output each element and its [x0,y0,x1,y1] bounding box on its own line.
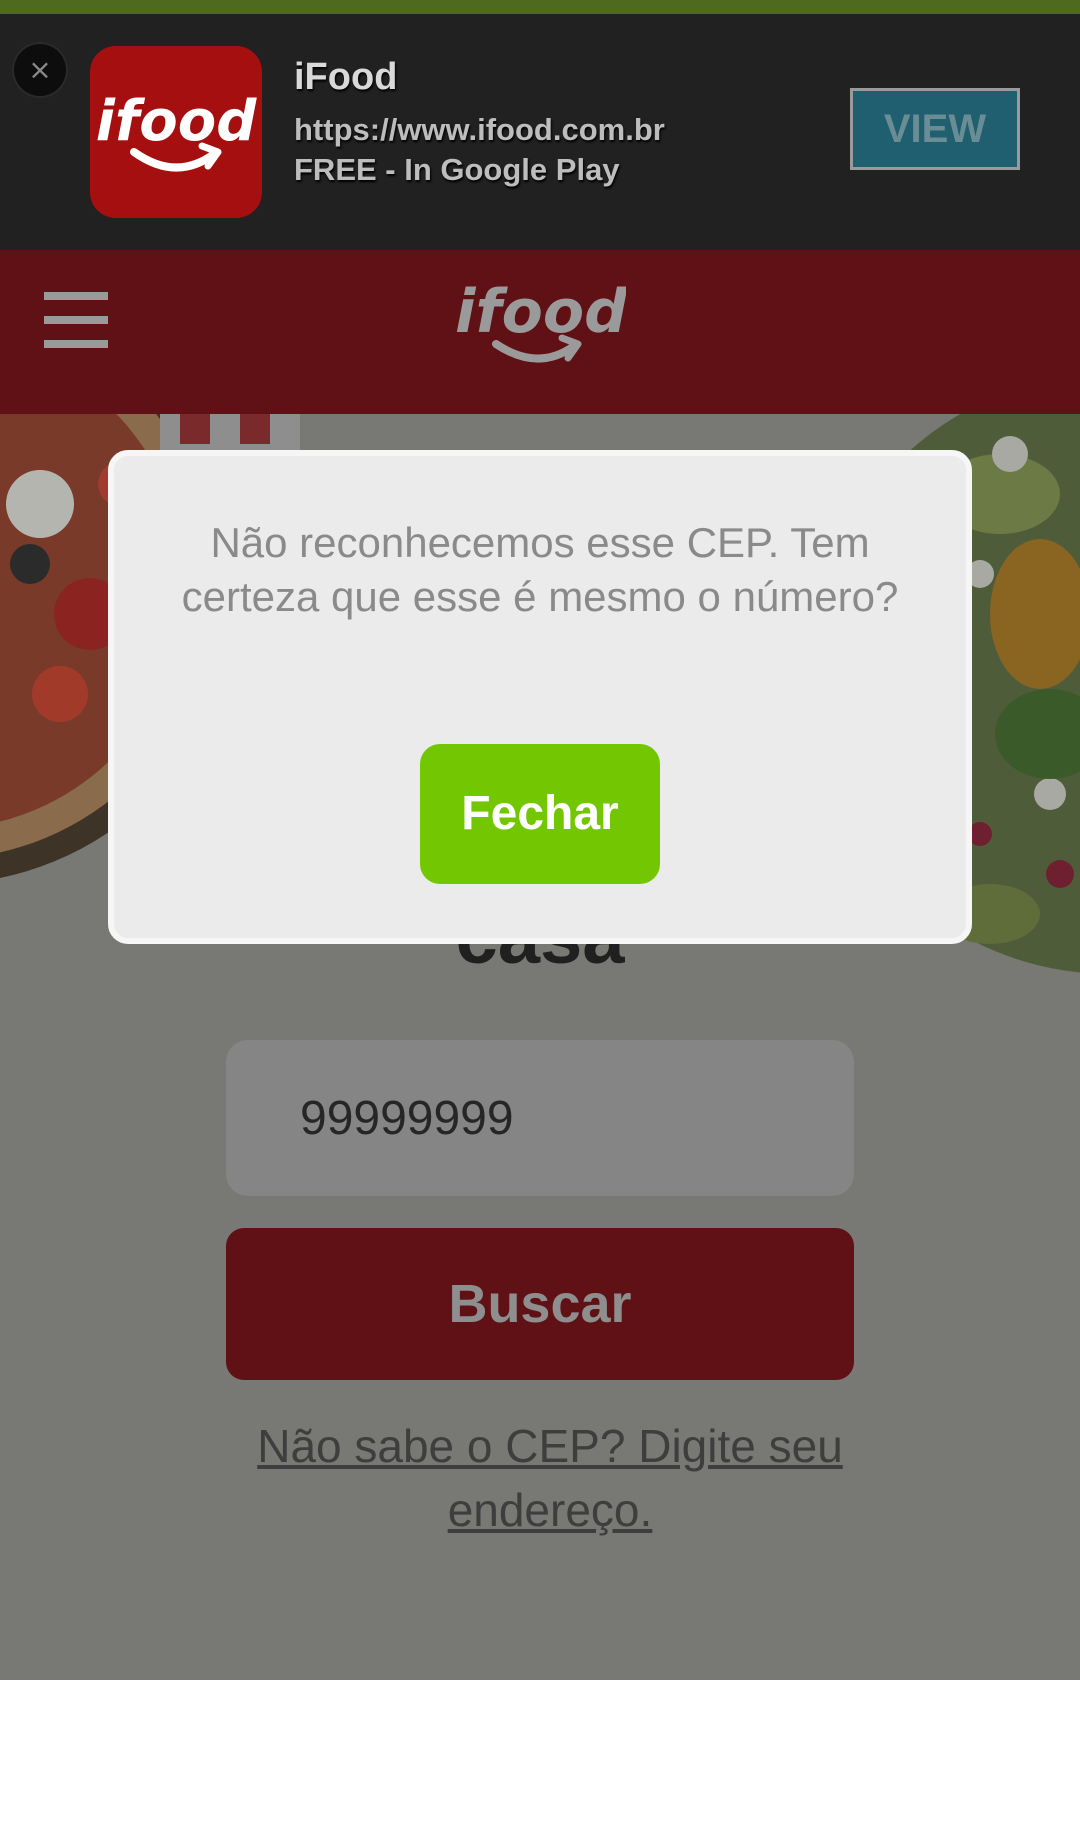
banner-store-text: FREE - In Google Play [294,152,620,187]
close-icon[interactable]: × [14,44,66,96]
ifood-app-icon[interactable]: ifood [90,46,262,218]
ifood-logo[interactable]: ifood [456,274,626,374]
hamburger-menu-icon[interactable] [44,292,108,348]
app-install-banner: × ifood iFood https://www.ifood.com.br F… [0,14,1080,250]
cep-input[interactable] [226,1040,854,1196]
page-bottom-area [0,1680,1080,1848]
close-dialog-button[interactable]: Fechar [420,744,660,884]
banner-app-url: https://www.ifood.com.br [294,112,665,147]
address-search-link[interactable]: Não sabe o CEP? Digite seu endereço. [226,1414,874,1542]
status-strip [0,0,1080,14]
dialog-message: Não reconhecemos esse CEP. Tem certeza q… [181,519,899,620]
app-icon-logo-text: ifood [96,89,258,154]
view-button[interactable]: VIEW [850,88,1020,170]
header-logo-text: ifood [456,277,626,347]
site-header: ifood [0,250,1080,414]
screen: × ifood iFood https://www.ifood.com.br F… [0,0,1080,1848]
search-button[interactable]: Buscar [226,1228,854,1380]
banner-app-title: iFood [294,56,398,98]
invalid-cep-dialog: Não reconhecemos esse CEP. Tem certeza q… [108,450,972,944]
